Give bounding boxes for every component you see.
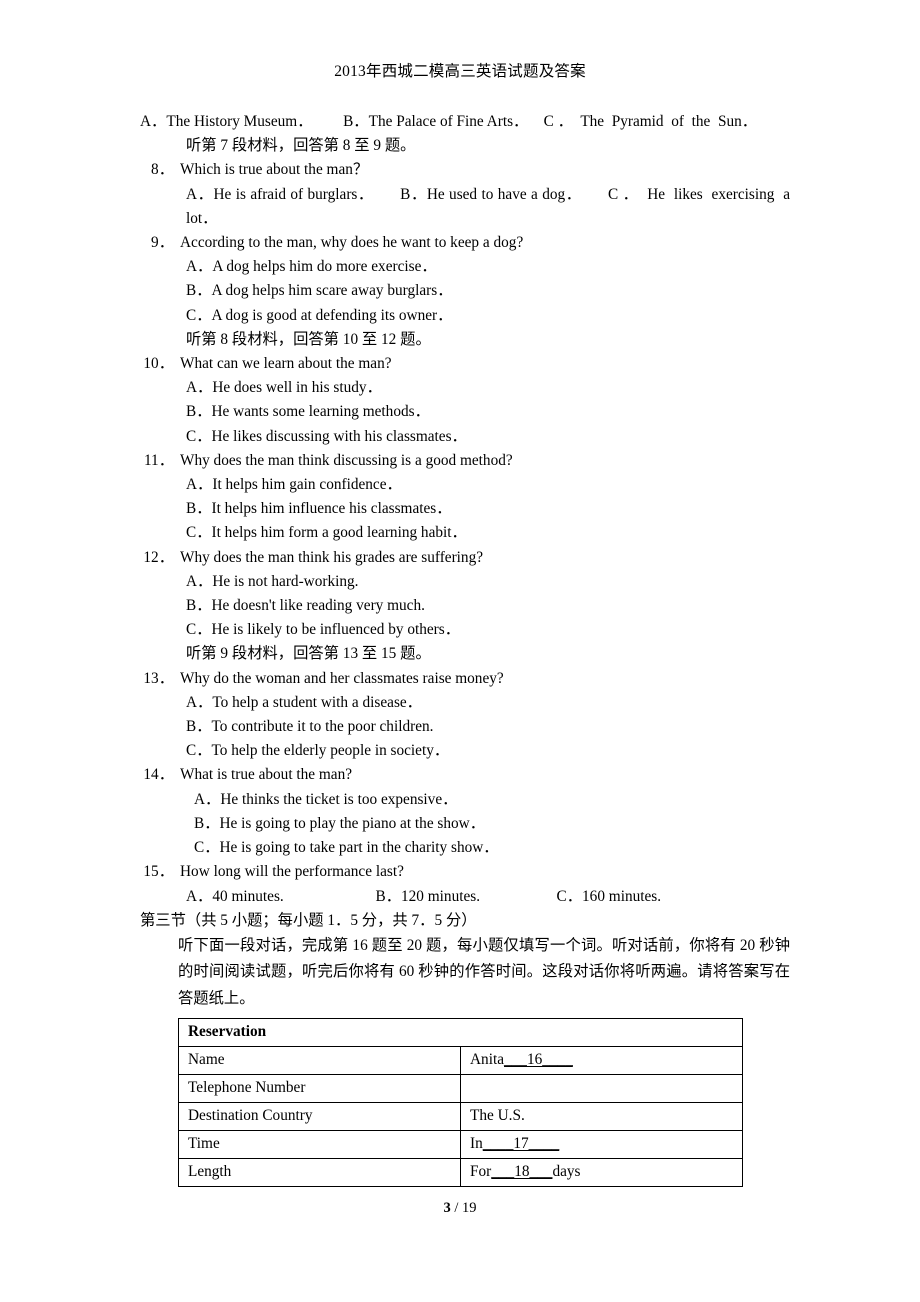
question-7-options-line: A．The History Museum． B．The Palace of Fi… bbox=[140, 113, 758, 130]
question-13-number: 13． bbox=[143, 669, 174, 687]
question-11-number: 11． bbox=[143, 451, 174, 469]
question-10-number: 10． bbox=[143, 355, 174, 373]
document-body: A．The History Museum． B．The Palace of Fi… bbox=[140, 110, 798, 1188]
question-13: 13． Why do the woman and her classmates … bbox=[140, 667, 790, 691]
question-10-option-a: A．He does well in his study． bbox=[186, 379, 382, 397]
table-row: Destination Country The U.S. bbox=[178, 1102, 743, 1132]
question-15-text: How long will the performance last? bbox=[180, 863, 404, 881]
question-14-option-b: B．He is going to play the piano at the s… bbox=[194, 814, 486, 832]
question-8-number: 8． bbox=[151, 161, 174, 179]
question-10: 10． What can we learn about the man? bbox=[140, 352, 790, 376]
value-prefix: The U.S. bbox=[470, 1107, 525, 1125]
question-15-options-line: A．40 minutes. B．120 minutes. C．160 minut… bbox=[186, 887, 662, 905]
reservation-table-title: Reservation bbox=[178, 1018, 743, 1048]
question-8-text: Which is true about the man？ bbox=[180, 161, 369, 179]
listening-directive-7: 听第 7 段材料，回答第 8 至 9 题。 bbox=[186, 137, 416, 155]
listening-directive-8: 听第 8 段材料，回答第 10 至 12 题。 bbox=[186, 330, 431, 348]
section-3-heading: 第三节（共 5 小题；每小题 1．5 分，共 7．5 分） bbox=[140, 911, 477, 929]
section-3-instructions: 听下面一段对话，完成第 16 题至 20 题，每小题仅填写一个词。听对话前，你将… bbox=[178, 936, 790, 1007]
value-prefix: For bbox=[470, 1163, 492, 1181]
reservation-table-wrapper: Reservation Name Anita___16____ Telephon… bbox=[140, 1018, 790, 1188]
table-row-header: Reservation bbox=[178, 1018, 743, 1048]
document-page: 2013年西城二模高三英语试题及答案 A．The History Museum．… bbox=[0, 0, 920, 1302]
question-12-option-b: B．He doesn't like reading very much. bbox=[186, 597, 425, 615]
answer-blank-18: ___18___ bbox=[491, 1163, 553, 1181]
question-12: 12． Why does the man think his grades ar… bbox=[140, 546, 790, 570]
question-11-option-a: A．It helps him gain confidence． bbox=[186, 476, 402, 494]
row-value-telephone-number bbox=[460, 1074, 743, 1104]
table-row: Telephone Number bbox=[178, 1074, 743, 1104]
row-value-name: Anita___16____ bbox=[460, 1046, 743, 1076]
question-8: 8． Which is true about the man？ bbox=[140, 158, 790, 182]
value-prefix: Anita bbox=[470, 1051, 504, 1069]
reservation-table: Reservation Name Anita___16____ Telephon… bbox=[178, 1018, 743, 1188]
question-9: 9． According to the man, why does he wan… bbox=[140, 231, 790, 255]
row-value-length: For___18___days bbox=[460, 1158, 743, 1188]
question-11-option-c: C．It helps him form a good learning habi… bbox=[186, 524, 467, 542]
footer-page-number: 3 bbox=[443, 1200, 451, 1216]
question-11: 11． Why does the man think discussing is… bbox=[140, 449, 790, 473]
question-12-option-a: A．He is not hard-working. bbox=[186, 572, 359, 590]
row-value-destination-country: The U.S. bbox=[460, 1102, 743, 1132]
listening-directive-9: 听第 9 段材料，回答第 13 至 15 题。 bbox=[186, 645, 431, 663]
row-label-telephone-number: Telephone Number bbox=[178, 1074, 461, 1104]
question-15-number: 15． bbox=[143, 863, 174, 881]
question-9-text: According to the man, why does he want t… bbox=[180, 234, 524, 252]
question-9-option-c: C．A dog is good at defending its owner． bbox=[186, 306, 453, 324]
question-14-option-a: A．He thinks the ticket is too expensive． bbox=[194, 790, 458, 808]
question-12-option-c: C．He is likely to be influenced by other… bbox=[186, 621, 461, 639]
question-12-text: Why does the man think his grades are su… bbox=[180, 548, 484, 566]
question-13-option-c: C．To help the elderly people in society． bbox=[186, 742, 450, 760]
question-14-text: What is true about the man? bbox=[180, 766, 353, 784]
value-suffix: days bbox=[552, 1163, 581, 1181]
row-label-name: Name bbox=[178, 1046, 461, 1076]
answer-blank-17: ____17____ bbox=[482, 1135, 560, 1153]
page-footer: 3 / 19 bbox=[0, 1198, 920, 1218]
value-prefix: In bbox=[470, 1135, 483, 1153]
question-14: 14． What is true about the man? bbox=[140, 763, 790, 787]
question-9-number: 9． bbox=[151, 234, 174, 252]
table-row: Time In____17____ bbox=[178, 1130, 743, 1160]
table-row: Length For___18___days bbox=[178, 1158, 743, 1188]
question-13-option-b: B．To contribute it to the poor children. bbox=[186, 718, 434, 736]
question-11-text: Why does the man think discussing is a g… bbox=[180, 451, 513, 469]
document-header-title: 2013年西城二模高三英语试题及答案 bbox=[334, 63, 586, 80]
question-12-number: 12． bbox=[143, 548, 174, 566]
question-8-options-line: A．He is afraid of burglars． B．He used to… bbox=[186, 185, 798, 227]
question-14-number: 14． bbox=[143, 766, 174, 784]
question-9-option-a: A．A dog helps him do more exercise． bbox=[186, 258, 437, 276]
row-label-length: Length bbox=[178, 1158, 461, 1188]
footer-total-pages: 19 bbox=[462, 1200, 477, 1216]
footer-separator: / bbox=[450, 1200, 463, 1216]
row-label-destination-country: Destination Country bbox=[178, 1102, 461, 1132]
table-row: Name Anita___16____ bbox=[178, 1046, 743, 1076]
question-10-option-c: C．He likes discussing with his classmate… bbox=[186, 427, 467, 445]
question-10-text: What can we learn about the man? bbox=[180, 355, 392, 373]
question-10-option-b: B．He wants some learning methods． bbox=[186, 403, 430, 421]
row-value-time: In____17____ bbox=[460, 1130, 743, 1160]
answer-blank-16: ___16____ bbox=[504, 1051, 573, 1069]
question-9-option-b: B．A dog helps him scare away burglars． bbox=[186, 282, 453, 300]
question-14-option-c: C．He is going to take part in the charit… bbox=[194, 839, 499, 857]
question-11-option-b: B．It helps him influence his classmates． bbox=[186, 500, 452, 518]
question-15: 15． How long will the performance last? bbox=[140, 860, 790, 884]
question-13-option-a: A．To help a student with a disease． bbox=[186, 693, 422, 711]
row-label-time: Time bbox=[178, 1130, 461, 1160]
question-13-text: Why do the woman and her classmates rais… bbox=[180, 669, 504, 687]
